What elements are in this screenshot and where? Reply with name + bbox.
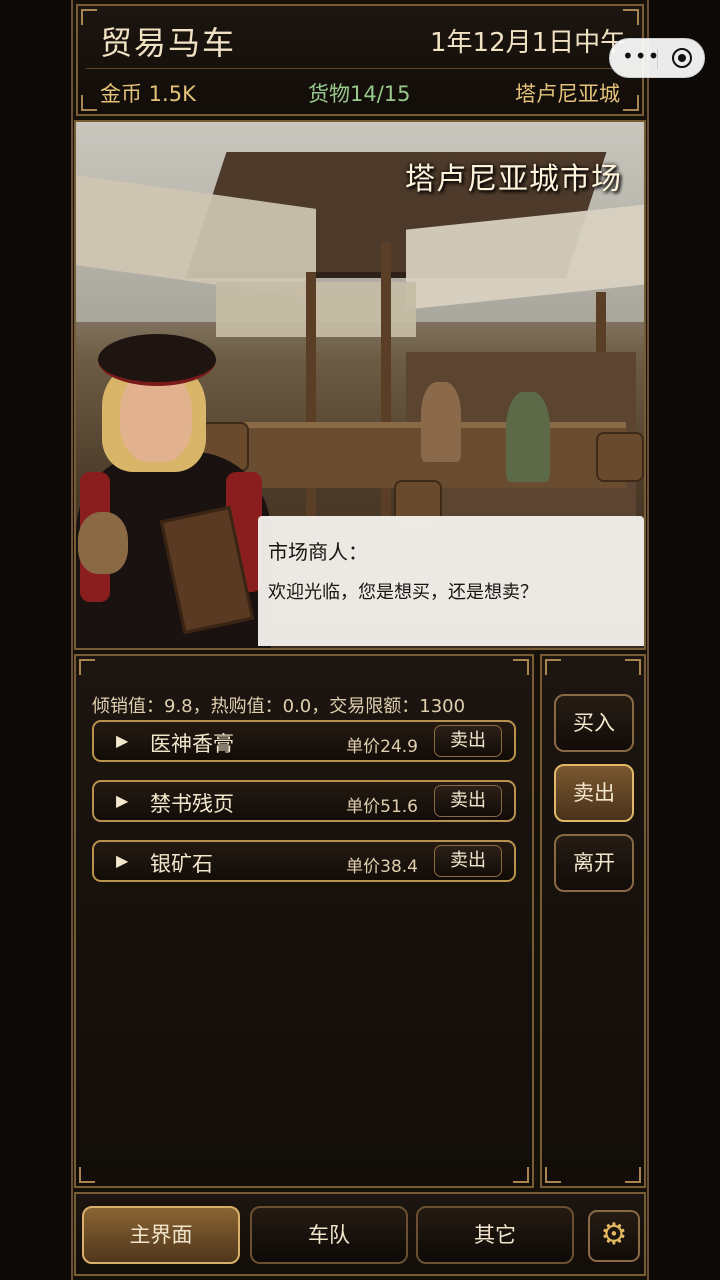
location-title: 塔卢尼亚城市场 xyxy=(405,162,622,197)
expand-arrow-icon[interactable]: ▶ xyxy=(116,731,128,750)
customer-figure xyxy=(506,392,550,482)
more-dots-icon[interactable]: ••• xyxy=(622,44,660,68)
game-date: 1年12月1日中午 xyxy=(430,28,627,58)
gold-counter: 金币 1.5K xyxy=(100,82,196,106)
coin-bag-icon xyxy=(78,512,128,574)
trade-item[interactable]: ▶ 禁书残页 单价51.6 卖出 xyxy=(92,780,516,822)
trade-item[interactable]: ▶ 银矿石 单价38.4 卖出 xyxy=(92,840,516,882)
dialog-speaker: 市场商人： xyxy=(268,540,368,564)
sell-button[interactable]: 卖出 xyxy=(554,764,634,822)
item-name: 银矿石 xyxy=(150,852,213,876)
trade-item[interactable]: ▶ 医神香膏 单价24.9 卖出 xyxy=(92,720,516,762)
game-title: 贸易马车 xyxy=(100,24,237,62)
item-price: 单价38.4 xyxy=(346,857,418,877)
capsule-divider xyxy=(657,49,658,69)
merchant-portrait xyxy=(76,322,276,648)
nav-fleet[interactable]: 车队 xyxy=(250,1206,408,1264)
dialog-box[interactable]: 市场商人： 欢迎光临，您是想买，还是想卖？ xyxy=(258,516,644,646)
merchant-hat xyxy=(98,334,216,386)
trade-panel: 倾销值：9.8，热购值：0.0，交易限额：1300 ▶ 医神香膏 单价24.9 … xyxy=(74,654,534,1188)
action-panel: 买入 卖出 离开 xyxy=(540,654,646,1188)
cargo-counter: 货物14/15 xyxy=(308,82,411,106)
vendor-figure xyxy=(421,382,461,462)
sell-item-button[interactable]: 卖出 xyxy=(434,785,502,817)
header-panel: 贸易马车 1年12月1日中午 金币 1.5K 货物14/15 塔卢尼亚城 xyxy=(76,4,644,116)
sell-item-button[interactable]: 卖出 xyxy=(434,845,502,877)
current-city: 塔卢尼亚城 xyxy=(515,82,620,106)
miniprogram-capsule: ••• xyxy=(609,38,705,78)
item-price: 单价51.6 xyxy=(346,797,418,817)
barrel xyxy=(596,432,644,482)
gear-icon[interactable]: ⚙ xyxy=(588,1210,640,1262)
expand-arrow-icon[interactable]: ▶ xyxy=(116,791,128,810)
item-name: 医神香膏 xyxy=(150,732,234,756)
dialog-text: 欢迎光临，您是想买，还是想卖？ xyxy=(268,582,538,603)
sell-item-button[interactable]: 卖出 xyxy=(434,725,502,757)
market-scene: 塔卢尼亚城市场 市场商人： 欢迎光临，您是想买，还是想卖？ xyxy=(74,120,646,650)
leave-button[interactable]: 离开 xyxy=(554,834,634,892)
nav-other[interactable]: 其它 xyxy=(416,1206,574,1264)
bottom-nav: 主界面 车队 其它 ⚙ xyxy=(74,1192,646,1276)
header-divider xyxy=(86,68,634,69)
item-price: 单价24.9 xyxy=(346,737,418,757)
expand-arrow-icon[interactable]: ▶ xyxy=(116,851,128,870)
nav-main[interactable]: 主界面 xyxy=(82,1206,240,1264)
market-indices: 倾销值：9.8，热购值：0.0，交易限额：1300 xyxy=(92,696,466,717)
buy-button[interactable]: 买入 xyxy=(554,694,634,752)
target-circle-icon[interactable] xyxy=(672,48,692,68)
item-name: 禁书残页 xyxy=(150,792,234,816)
